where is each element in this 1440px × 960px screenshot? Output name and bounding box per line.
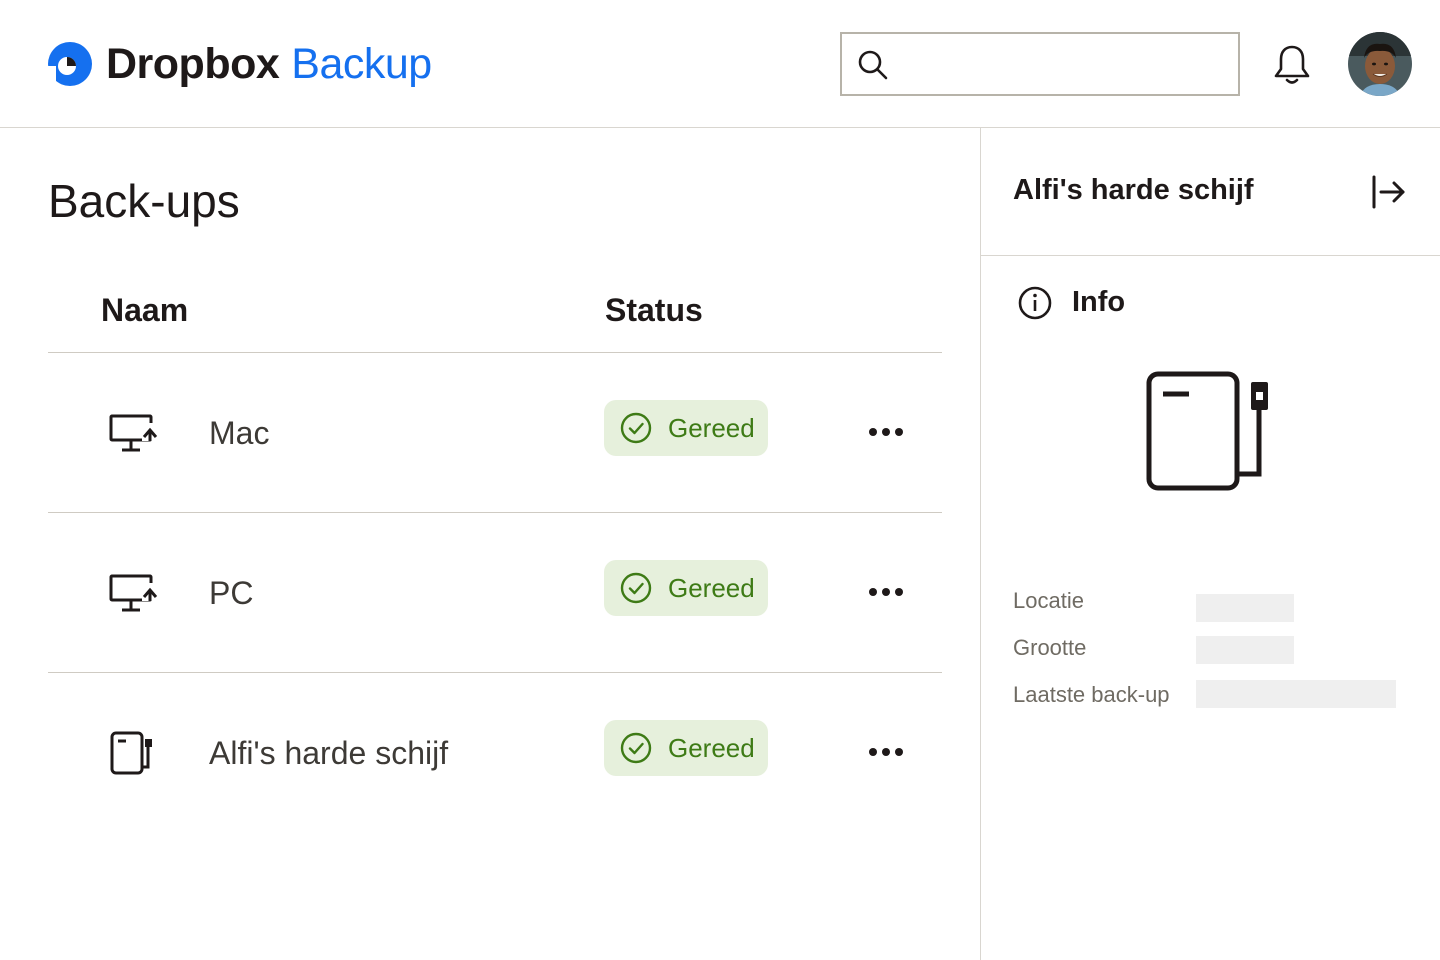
meta-label-last-backup: Laatste back-up (1013, 682, 1170, 707)
info-icon (1018, 286, 1052, 320)
column-header-status[interactable]: Status (605, 292, 703, 329)
column-header-name[interactable]: Naam (101, 292, 188, 329)
external-drive-icon (1146, 371, 1268, 491)
meta-label-location: Locatie (1013, 588, 1084, 613)
check-circle-icon (620, 412, 652, 444)
search-box[interactable] (840, 32, 1240, 96)
meta-value-placeholder (1196, 680, 1396, 708)
external-drive-icon (110, 731, 152, 775)
avatar[interactable] (1348, 32, 1412, 96)
logo-product: Backup (291, 39, 432, 88)
status-badge: Gereed (604, 400, 768, 456)
status-text: Gereed (668, 732, 755, 763)
logo-brand: Dropbox (106, 39, 280, 88)
table-row[interactable]: Mac Gereed (48, 353, 942, 513)
desktop-backup-icon (109, 574, 158, 612)
desktop-backup-icon (109, 414, 158, 452)
status-badge: Gereed (604, 560, 768, 616)
more-options-icon[interactable] (866, 585, 906, 599)
search-icon (858, 50, 888, 80)
status-text: Gereed (668, 412, 755, 443)
table-row[interactable]: PC Gereed (48, 513, 942, 673)
table-row[interactable]: Alfi's harde schijf Gereed (48, 673, 942, 833)
check-circle-icon (620, 572, 652, 604)
more-options-icon[interactable] (866, 745, 906, 759)
status-text: Gereed (668, 572, 755, 603)
details-panel: Alfi's harde schijf Info Locatie Grootte… (980, 128, 1440, 960)
top-bar: Dropbox Backup (0, 0, 1440, 128)
row-name[interactable]: Alfi's harde schijf (209, 735, 448, 772)
meta-label-size: Grootte (1013, 635, 1087, 660)
more-options-icon[interactable] (866, 425, 906, 439)
row-name[interactable]: PC (209, 575, 253, 612)
dropbox-backup-logo[interactable]: Dropbox Backup (46, 38, 432, 90)
check-circle-icon (620, 732, 652, 764)
row-name[interactable]: Mac (209, 415, 269, 452)
meta-value-placeholder (1196, 636, 1294, 664)
meta-value-placeholder (1196, 594, 1294, 622)
status-badge: Gereed (604, 720, 768, 776)
collapse-panel-icon[interactable] (1369, 172, 1409, 212)
info-heading: Info (1072, 286, 1126, 318)
search-input[interactable] (902, 42, 1222, 86)
panel-divider (981, 255, 1440, 256)
backups-list-area: Back-ups Naam Status Mac Gereed PC Geree… (0, 128, 980, 960)
panel-title: Alfi's harde schijf (1013, 174, 1254, 206)
logo-wordmark: Dropbox Backup (106, 40, 432, 89)
avatar-photo (1348, 32, 1412, 96)
dropbox-logo-icon (46, 42, 92, 88)
bell-icon[interactable] (1270, 42, 1314, 86)
page-title: Back-ups (48, 175, 240, 227)
